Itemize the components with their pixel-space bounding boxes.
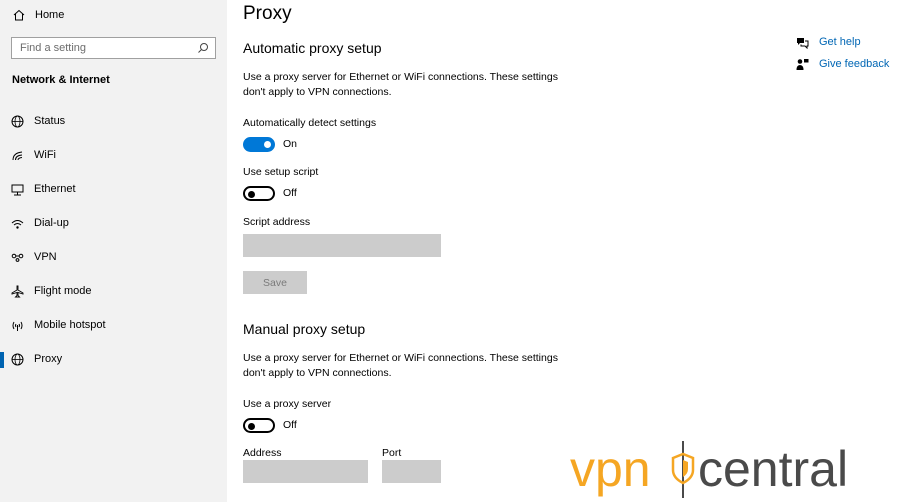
sidebar-item-proxy[interactable]: Proxy [0,345,227,373]
give-feedback-label: Give feedback [819,58,890,70]
port-label: Port [382,447,402,459]
search-box[interactable]: Find a setting [11,37,216,59]
manual-description-line1: Use a proxy server for Ethernet or WiFi … [243,352,558,364]
toggle-knob [248,190,255,198]
use-proxy-state: Off [283,419,297,431]
sidebar-item-ethernet[interactable]: Ethernet [0,175,227,203]
toggle-knob [248,422,255,430]
vpncentral-watermark-logo: vpn central [570,441,848,498]
home-link[interactable]: Home [12,6,64,24]
sidebar-item-label: WiFi [34,149,56,161]
ethernet-icon [11,184,24,195]
sidebar-item-label: VPN [34,251,57,263]
globe-icon [11,353,24,365]
globe-status-icon [11,115,24,127]
port-input[interactable] [382,460,441,483]
home-icon [13,9,25,21]
sidebar-item-wifi[interactable]: WiFi [0,141,227,169]
sidebar-item-mobile-hotspot[interactable]: Mobile hotspot [0,311,227,339]
setup-script-state: Off [283,187,297,199]
sidebar-item-label: Mobile hotspot [34,319,106,331]
shield-icon [671,441,695,498]
sidebar-item-label: Status [34,115,66,127]
section-title: Network & Internet [12,74,110,86]
watermark-text-vpn: vpn [570,441,651,497]
sidebar-item-vpn[interactable]: VPN [0,243,227,271]
address-label: Address [243,447,282,459]
sidebar-item-dialup[interactable]: Dial-up [0,209,227,237]
address-input[interactable] [243,460,368,483]
active-indicator [0,352,4,368]
airplane-icon [11,285,24,297]
use-proxy-toggle[interactable] [243,418,275,433]
detect-settings-state: On [283,138,298,150]
sidebar-item-label: Flight mode [34,285,92,297]
watermark-text-central: central [698,441,848,497]
search-input[interactable]: Find a setting [20,42,197,54]
toggle-knob [264,141,271,148]
manual-description-line2: don't apply to VPN connections. [243,367,392,379]
auto-description: Use a proxy server for Ethernet or WiFi … [243,70,563,100]
sidebar-item-label: Proxy [34,353,63,365]
script-address-label: Script address [243,216,311,228]
dialup-icon [11,219,24,229]
use-proxy-label: Use a proxy server [243,398,332,410]
feedback-person-icon [796,58,809,70]
save-button[interactable]: Save [243,271,307,294]
wifi-icon [12,151,23,160]
detect-settings-label: Automatically detect settings [243,117,377,129]
setup-script-toggle[interactable] [243,186,275,201]
sidebar-item-status[interactable]: Status [0,107,227,135]
chat-help-icon [797,37,809,49]
get-help-label: Get help [819,36,861,48]
sidebar-item-label: Dial-up [34,217,69,229]
page-title: Proxy [243,3,292,24]
detect-settings-toggle[interactable] [243,137,275,152]
setup-script-label: Use setup script [243,166,319,178]
give-feedback-link[interactable]: Give feedback [796,56,889,72]
script-address-input[interactable] [243,234,441,257]
vpn-icon [11,253,24,262]
section-heading-manual: Manual proxy setup [243,321,366,337]
get-help-link[interactable]: Get help [796,34,861,50]
home-label: Home [35,9,65,21]
manual-description: Use a proxy server for Ethernet or WiFi … [243,351,563,381]
hotspot-icon [12,321,23,331]
auto-description-line1: Use a proxy server for Ethernet or WiFi … [243,71,558,83]
search-icon[interactable] [197,42,209,54]
section-heading-automatic: Automatic proxy setup [243,40,382,56]
sidebar-item-label: Ethernet [34,183,76,195]
auto-description-line2: don't apply to VPN connections. [243,86,392,98]
sidebar: Home Find a setting Network & Internet S… [0,0,227,502]
sidebar-item-flight-mode[interactable]: Flight mode [0,277,227,305]
